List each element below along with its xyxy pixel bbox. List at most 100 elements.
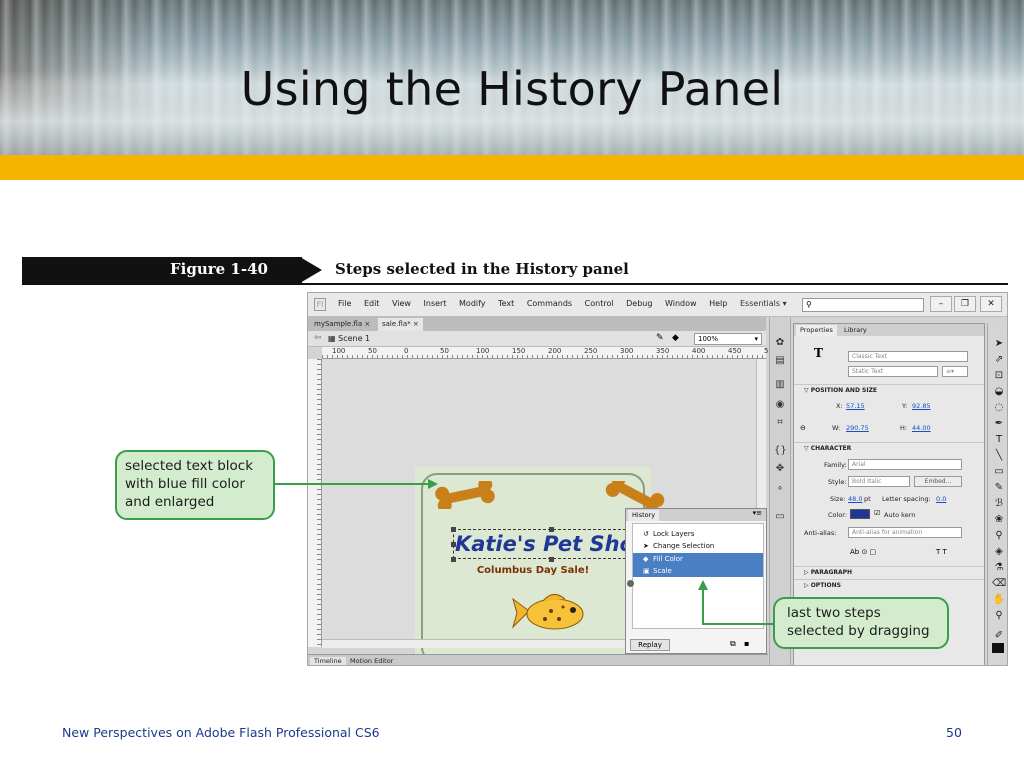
restore-button[interactable]: ❐ xyxy=(954,296,976,312)
selection-handle[interactable] xyxy=(451,527,456,532)
bone-tool-icon[interactable]: ⚲ xyxy=(992,529,1006,542)
fill-color-icon[interactable] xyxy=(992,643,1004,653)
search-input[interactable]: ⚲ xyxy=(802,298,924,312)
size-value[interactable]: 48.0 xyxy=(848,495,862,503)
code-snippets-icon[interactable]: {} xyxy=(774,445,787,457)
tab-motion-editor[interactable]: Motion Editor xyxy=(346,657,397,665)
tab-sale[interactable]: sale.fla* × xyxy=(378,318,423,331)
eraser-tool-icon[interactable]: ⌫ xyxy=(992,577,1006,590)
eyedropper-tool-icon[interactable]: ⚗ xyxy=(992,561,1006,574)
zoom-select[interactable]: 100% ▾ xyxy=(694,333,762,345)
zoom-tool-icon[interactable]: ⚲ xyxy=(992,609,1006,622)
section-paragraph[interactable]: ▷ PARAGRAPH xyxy=(794,566,984,577)
section-options[interactable]: ▷ OPTIONS xyxy=(794,579,984,590)
menu-view[interactable]: View xyxy=(392,299,411,308)
scene-label[interactable]: ▦ Scene 1 xyxy=(328,334,370,343)
menu-commands[interactable]: Commands xyxy=(527,299,572,308)
selection-tool-icon[interactable]: ➤ xyxy=(992,337,1006,350)
letter-spacing-value[interactable]: 0.0 xyxy=(936,495,946,503)
menu-help[interactable]: Help xyxy=(709,299,727,308)
text-tool-icon[interactable]: T xyxy=(992,433,1006,446)
menu-insert[interactable]: Insert xyxy=(424,299,447,308)
panel-menu-icon[interactable]: ▾≡ xyxy=(753,509,762,517)
menu-debug[interactable]: Debug xyxy=(626,299,652,308)
fish-graphic[interactable] xyxy=(503,589,593,639)
transform-icon[interactable]: ⌗ xyxy=(774,417,786,429)
text-engine-select[interactable]: Classic Text xyxy=(848,351,968,362)
back-arrow-icon[interactable]: ⇦ xyxy=(314,333,322,343)
font-style-select[interactable]: Bold Italic xyxy=(848,476,910,487)
edit-bar: ⇦ ▦ Scene 1 ✎ ◆ 100% ▾ xyxy=(308,331,766,347)
text-type-select[interactable]: Static Text xyxy=(848,366,938,377)
embed-button[interactable]: Embed... xyxy=(914,476,962,487)
selected-text-block[interactable]: Katie's Pet Shop xyxy=(453,529,651,559)
right-bone-graphic[interactable] xyxy=(603,481,667,509)
close-button[interactable]: ✕ xyxy=(980,296,1002,312)
pen-tool-icon[interactable]: ✒ xyxy=(992,417,1006,430)
edit-scene-icon[interactable]: ✎ xyxy=(656,333,664,343)
edit-symbols-icon[interactable]: ◆ xyxy=(672,333,679,343)
pencil-tool-icon[interactable]: ✎ xyxy=(992,481,1006,494)
tab-properties[interactable]: Properties xyxy=(796,325,837,336)
subselection-tool-icon[interactable]: ⇗ xyxy=(992,353,1006,366)
history-step[interactable]: ↺ Lock Layers xyxy=(633,528,763,540)
motion-presets-icon[interactable]: ✿ xyxy=(774,337,786,349)
tab-mysample[interactable]: mySample.fla × xyxy=(310,318,374,331)
orientation-select[interactable]: ≡▾ xyxy=(942,366,968,377)
y-value[interactable]: 92.85 xyxy=(912,402,931,410)
selection-handle[interactable] xyxy=(451,542,456,547)
menu-modify[interactable]: Modify xyxy=(459,299,486,308)
minimize-button[interactable]: – xyxy=(930,296,952,312)
paint-bucket-tool-icon[interactable]: ◈ xyxy=(992,545,1006,558)
rectangle-tool-icon[interactable]: ▭ xyxy=(992,465,1006,478)
menu-file[interactable]: File xyxy=(338,299,351,308)
workspace-switcher[interactable]: Essentials ▾ xyxy=(740,299,787,308)
brush-tool-icon[interactable]: ℬ xyxy=(992,497,1006,510)
free-transform-tool-icon[interactable]: ⊡ xyxy=(992,369,1006,382)
stage[interactable]: Katie's Pet Shop Columbus Day Sale! xyxy=(415,467,665,665)
history-panel-icon[interactable]: ▭ xyxy=(774,511,786,523)
copy-steps-icon[interactable]: ⧉ xyxy=(730,639,736,649)
history-slider-handle[interactable] xyxy=(627,580,634,587)
align-icon[interactable]: ▤ xyxy=(774,355,786,367)
selection-handle[interactable] xyxy=(451,557,456,562)
font-family-select[interactable]: Arial xyxy=(848,459,962,470)
history-tab[interactable]: History xyxy=(628,510,660,521)
selection-handle[interactable] xyxy=(549,557,554,562)
sale-text[interactable]: Columbus Day Sale! xyxy=(415,565,651,576)
selection-handle[interactable] xyxy=(549,527,554,532)
hand-tool-icon[interactable]: ✋ xyxy=(992,593,1006,606)
h-value[interactable]: 44.00 xyxy=(912,424,931,432)
antialias-select[interactable]: Anti-alias for animation xyxy=(848,527,962,538)
replay-button[interactable]: Replay xyxy=(630,639,670,651)
x-value[interactable]: 57.15 xyxy=(846,402,865,410)
motion-icon[interactable]: ∘ xyxy=(774,483,786,495)
history-step[interactable]: ➤ Change Selection xyxy=(633,540,763,552)
components-icon[interactable]: ✥ xyxy=(774,463,786,475)
menu-text[interactable]: Text xyxy=(498,299,514,308)
menu-control[interactable]: Control xyxy=(585,299,614,308)
save-command-icon[interactable]: ▪ xyxy=(744,639,749,648)
history-step-selected[interactable]: ◆ Fill Color xyxy=(633,553,763,565)
tab-timeline[interactable]: Timeline xyxy=(310,657,346,665)
tab-library[interactable]: Library xyxy=(840,325,871,336)
history-step-selected[interactable]: ▣ Scale xyxy=(633,565,763,577)
menu-edit[interactable]: Edit xyxy=(364,299,380,308)
lasso-tool-icon[interactable]: ◌ xyxy=(992,401,1006,414)
left-bone-graphic[interactable] xyxy=(433,481,497,509)
3d-rotation-tool-icon[interactable]: ◒ xyxy=(992,385,1006,398)
selectable-icon[interactable]: Ab ⊙ ▢ xyxy=(850,548,876,556)
menu-window[interactable]: Window xyxy=(665,299,697,308)
lock-width-height-icon[interactable]: ⊖ xyxy=(800,424,806,432)
fill-color-swatch[interactable] xyxy=(850,509,870,519)
superscript-subscript-icon[interactable]: T T xyxy=(936,548,947,556)
color-icon[interactable]: ◉ xyxy=(774,399,786,411)
auto-kern-checkbox[interactable]: ☑ xyxy=(874,509,880,517)
section-position-size[interactable]: ▽ POSITION AND SIZE xyxy=(794,384,984,395)
section-character[interactable]: ▽ CHARACTER xyxy=(794,442,984,453)
w-value[interactable]: 290.75 xyxy=(846,424,869,432)
deco-tool-icon[interactable]: ❀ xyxy=(992,513,1006,526)
library-icon[interactable]: ▥ xyxy=(774,379,786,391)
stroke-color-icon[interactable]: ✐ xyxy=(992,629,1006,642)
line-tool-icon[interactable]: ╲ xyxy=(992,449,1006,462)
